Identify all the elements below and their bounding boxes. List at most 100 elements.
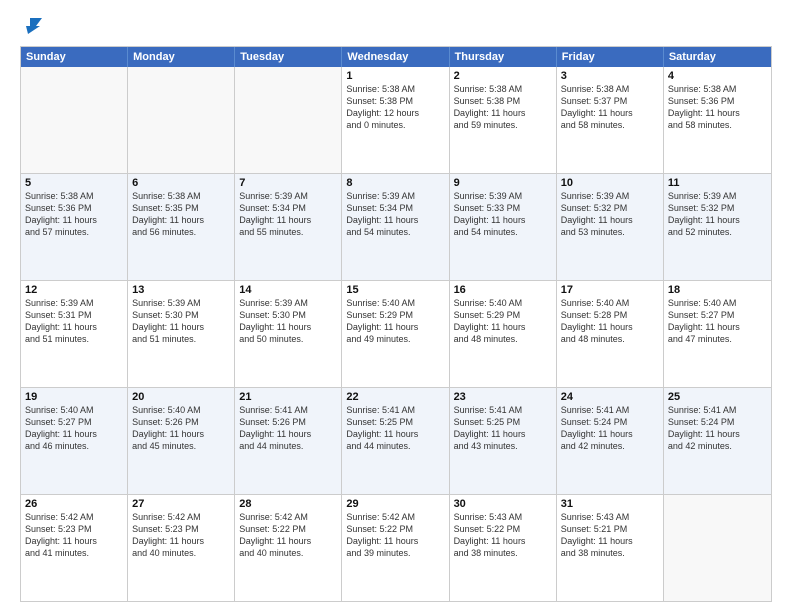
calendar-body: 1Sunrise: 5:38 AM Sunset: 5:38 PM Daylig… <box>21 67 771 601</box>
header-day-tuesday: Tuesday <box>235 47 342 67</box>
day-cell-1: 1Sunrise: 5:38 AM Sunset: 5:38 PM Daylig… <box>342 67 449 173</box>
day-cell-25: 25Sunrise: 5:41 AM Sunset: 5:24 PM Dayli… <box>664 388 771 494</box>
day-number: 21 <box>239 391 337 403</box>
day-cell-4: 4Sunrise: 5:38 AM Sunset: 5:36 PM Daylig… <box>664 67 771 173</box>
header <box>20 16 772 36</box>
calendar: SundayMondayTuesdayWednesdayThursdayFrid… <box>20 46 772 602</box>
cell-info: Sunrise: 5:42 AM Sunset: 5:22 PM Dayligh… <box>346 511 444 560</box>
day-cell-7: 7Sunrise: 5:39 AM Sunset: 5:34 PM Daylig… <box>235 174 342 280</box>
logo <box>20 16 44 36</box>
cell-info: Sunrise: 5:40 AM Sunset: 5:28 PM Dayligh… <box>561 297 659 346</box>
day-cell-31: 31Sunrise: 5:43 AM Sunset: 5:21 PM Dayli… <box>557 495 664 601</box>
day-number: 28 <box>239 498 337 510</box>
cell-info: Sunrise: 5:39 AM Sunset: 5:31 PM Dayligh… <box>25 297 123 346</box>
day-cell-9: 9Sunrise: 5:39 AM Sunset: 5:33 PM Daylig… <box>450 174 557 280</box>
day-number: 14 <box>239 284 337 296</box>
cell-info: Sunrise: 5:38 AM Sunset: 5:38 PM Dayligh… <box>346 83 444 132</box>
cell-info: Sunrise: 5:39 AM Sunset: 5:32 PM Dayligh… <box>668 190 767 239</box>
day-cell-11: 11Sunrise: 5:39 AM Sunset: 5:32 PM Dayli… <box>664 174 771 280</box>
cell-info: Sunrise: 5:39 AM Sunset: 5:33 PM Dayligh… <box>454 190 552 239</box>
day-number: 10 <box>561 177 659 189</box>
empty-cell-0-0 <box>21 67 128 173</box>
day-number: 25 <box>668 391 767 403</box>
calendar-row-4: 26Sunrise: 5:42 AM Sunset: 5:23 PM Dayli… <box>21 494 771 601</box>
day-cell-26: 26Sunrise: 5:42 AM Sunset: 5:23 PM Dayli… <box>21 495 128 601</box>
day-cell-10: 10Sunrise: 5:39 AM Sunset: 5:32 PM Dayli… <box>557 174 664 280</box>
cell-info: Sunrise: 5:39 AM Sunset: 5:30 PM Dayligh… <box>239 297 337 346</box>
day-cell-30: 30Sunrise: 5:43 AM Sunset: 5:22 PM Dayli… <box>450 495 557 601</box>
day-number: 16 <box>454 284 552 296</box>
day-number: 31 <box>561 498 659 510</box>
cell-info: Sunrise: 5:41 AM Sunset: 5:24 PM Dayligh… <box>561 404 659 453</box>
day-number: 12 <box>25 284 123 296</box>
empty-cell-0-2 <box>235 67 342 173</box>
day-cell-23: 23Sunrise: 5:41 AM Sunset: 5:25 PM Dayli… <box>450 388 557 494</box>
day-number: 3 <box>561 70 659 82</box>
day-number: 19 <box>25 391 123 403</box>
header-day-sunday: Sunday <box>21 47 128 67</box>
empty-cell-4-6 <box>664 495 771 601</box>
day-cell-18: 18Sunrise: 5:40 AM Sunset: 5:27 PM Dayli… <box>664 281 771 387</box>
cell-info: Sunrise: 5:41 AM Sunset: 5:26 PM Dayligh… <box>239 404 337 453</box>
empty-cell-0-1 <box>128 67 235 173</box>
day-cell-19: 19Sunrise: 5:40 AM Sunset: 5:27 PM Dayli… <box>21 388 128 494</box>
cell-info: Sunrise: 5:43 AM Sunset: 5:22 PM Dayligh… <box>454 511 552 560</box>
cell-info: Sunrise: 5:40 AM Sunset: 5:27 PM Dayligh… <box>25 404 123 453</box>
day-number: 17 <box>561 284 659 296</box>
cell-info: Sunrise: 5:38 AM Sunset: 5:36 PM Dayligh… <box>668 83 767 132</box>
cell-info: Sunrise: 5:40 AM Sunset: 5:29 PM Dayligh… <box>346 297 444 346</box>
cell-info: Sunrise: 5:42 AM Sunset: 5:23 PM Dayligh… <box>25 511 123 560</box>
day-cell-6: 6Sunrise: 5:38 AM Sunset: 5:35 PM Daylig… <box>128 174 235 280</box>
day-cell-21: 21Sunrise: 5:41 AM Sunset: 5:26 PM Dayli… <box>235 388 342 494</box>
cell-info: Sunrise: 5:38 AM Sunset: 5:36 PM Dayligh… <box>25 190 123 239</box>
day-number: 29 <box>346 498 444 510</box>
day-number: 24 <box>561 391 659 403</box>
cell-info: Sunrise: 5:39 AM Sunset: 5:34 PM Dayligh… <box>346 190 444 239</box>
day-cell-16: 16Sunrise: 5:40 AM Sunset: 5:29 PM Dayli… <box>450 281 557 387</box>
day-cell-28: 28Sunrise: 5:42 AM Sunset: 5:22 PM Dayli… <box>235 495 342 601</box>
day-number: 13 <box>132 284 230 296</box>
day-number: 18 <box>668 284 767 296</box>
day-cell-27: 27Sunrise: 5:42 AM Sunset: 5:23 PM Dayli… <box>128 495 235 601</box>
cell-info: Sunrise: 5:42 AM Sunset: 5:22 PM Dayligh… <box>239 511 337 560</box>
day-number: 27 <box>132 498 230 510</box>
cell-info: Sunrise: 5:41 AM Sunset: 5:24 PM Dayligh… <box>668 404 767 453</box>
cell-info: Sunrise: 5:40 AM Sunset: 5:27 PM Dayligh… <box>668 297 767 346</box>
calendar-row-3: 19Sunrise: 5:40 AM Sunset: 5:27 PM Dayli… <box>21 387 771 494</box>
day-number: 8 <box>346 177 444 189</box>
cell-info: Sunrise: 5:41 AM Sunset: 5:25 PM Dayligh… <box>454 404 552 453</box>
day-number: 23 <box>454 391 552 403</box>
day-number: 4 <box>668 70 767 82</box>
day-number: 6 <box>132 177 230 189</box>
day-number: 11 <box>668 177 767 189</box>
day-cell-13: 13Sunrise: 5:39 AM Sunset: 5:30 PM Dayli… <box>128 281 235 387</box>
day-number: 7 <box>239 177 337 189</box>
day-number: 9 <box>454 177 552 189</box>
day-number: 1 <box>346 70 444 82</box>
logo-icon <box>22 16 44 38</box>
cell-info: Sunrise: 5:38 AM Sunset: 5:38 PM Dayligh… <box>454 83 552 132</box>
day-number: 20 <box>132 391 230 403</box>
calendar-row-1: 5Sunrise: 5:38 AM Sunset: 5:36 PM Daylig… <box>21 173 771 280</box>
cell-info: Sunrise: 5:38 AM Sunset: 5:35 PM Dayligh… <box>132 190 230 239</box>
cell-info: Sunrise: 5:40 AM Sunset: 5:29 PM Dayligh… <box>454 297 552 346</box>
header-day-wednesday: Wednesday <box>342 47 449 67</box>
day-cell-14: 14Sunrise: 5:39 AM Sunset: 5:30 PM Dayli… <box>235 281 342 387</box>
cell-info: Sunrise: 5:43 AM Sunset: 5:21 PM Dayligh… <box>561 511 659 560</box>
day-number: 5 <box>25 177 123 189</box>
cell-info: Sunrise: 5:39 AM Sunset: 5:30 PM Dayligh… <box>132 297 230 346</box>
page: SundayMondayTuesdayWednesdayThursdayFrid… <box>0 0 792 612</box>
cell-info: Sunrise: 5:41 AM Sunset: 5:25 PM Dayligh… <box>346 404 444 453</box>
header-day-friday: Friday <box>557 47 664 67</box>
cell-info: Sunrise: 5:40 AM Sunset: 5:26 PM Dayligh… <box>132 404 230 453</box>
day-cell-22: 22Sunrise: 5:41 AM Sunset: 5:25 PM Dayli… <box>342 388 449 494</box>
cell-info: Sunrise: 5:42 AM Sunset: 5:23 PM Dayligh… <box>132 511 230 560</box>
day-cell-24: 24Sunrise: 5:41 AM Sunset: 5:24 PM Dayli… <box>557 388 664 494</box>
header-day-monday: Monday <box>128 47 235 67</box>
calendar-row-2: 12Sunrise: 5:39 AM Sunset: 5:31 PM Dayli… <box>21 280 771 387</box>
day-cell-5: 5Sunrise: 5:38 AM Sunset: 5:36 PM Daylig… <box>21 174 128 280</box>
day-number: 26 <box>25 498 123 510</box>
day-cell-8: 8Sunrise: 5:39 AM Sunset: 5:34 PM Daylig… <box>342 174 449 280</box>
day-number: 30 <box>454 498 552 510</box>
calendar-row-0: 1Sunrise: 5:38 AM Sunset: 5:38 PM Daylig… <box>21 67 771 173</box>
